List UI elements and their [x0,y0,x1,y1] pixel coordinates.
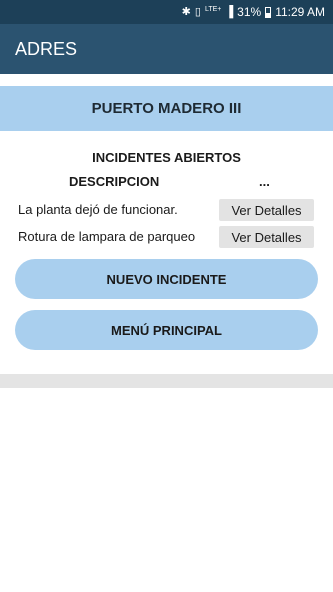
clock: 11:29 AM [275,5,325,19]
bluetooth-icon: ✱ [181,5,191,18]
new-incident-button[interactable]: NUEVO INCIDENTE [15,259,318,299]
vibrate-icon: ▯ [194,5,201,18]
section-title: INCIDENTES ABIERTOS [92,150,241,165]
battery-percent: 31% [237,5,262,19]
app-title: ADRES [15,38,78,59]
location-name: PUERTO MADERO III [91,100,242,117]
view-details-button[interactable]: Ver Detalles [219,199,314,221]
status-bar: ✱ ▯ LTE+ ▐ 31% 11:29 AM [0,0,333,24]
column-header-action: ... [259,174,270,189]
main-menu-label: MENÚ PRINCIPAL [111,322,222,338]
new-incident-label: NUEVO INCIDENTE [106,271,227,287]
incident-description: La planta dejó de funcionar. [18,202,178,217]
divider [0,374,333,388]
main-menu-button[interactable]: MENÚ PRINCIPAL [15,310,318,350]
app-bar: ADRES [0,24,333,74]
battery-icon [265,6,272,18]
view-details-button[interactable]: Ver Detalles [219,226,314,248]
location-banner: PUERTO MADERO III [0,86,333,131]
incident-description: Rotura de lampara de parqueo [18,229,196,244]
column-header-description: DESCRIPCION [69,174,160,189]
network-type: LTE+ [204,5,222,13]
signal-icon: ▐ [225,5,234,18]
